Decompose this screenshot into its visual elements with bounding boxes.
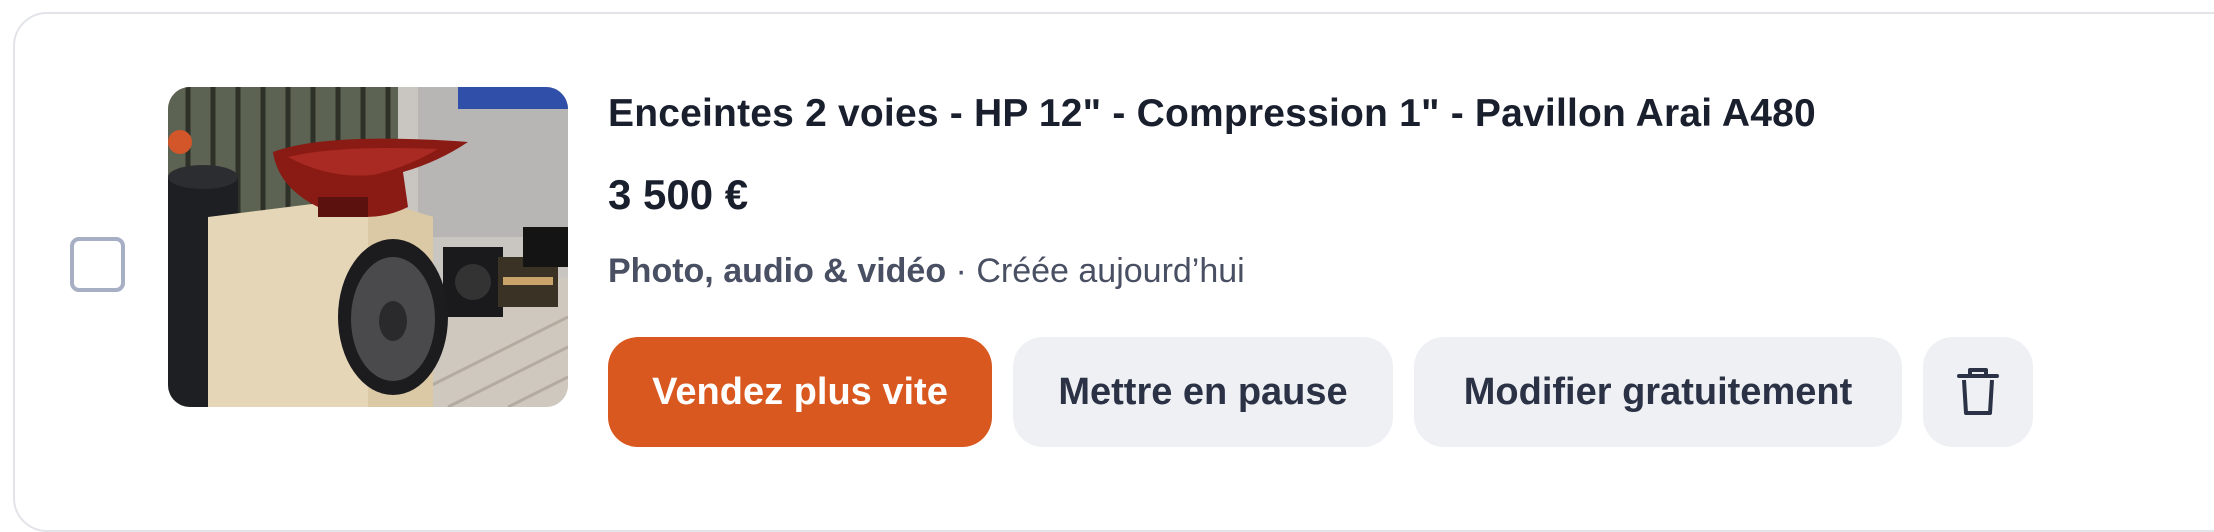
edit-button[interactable]: Modifier gratuitement [1414, 337, 1902, 447]
listing-created-date: Créée aujourd’hui [976, 252, 1245, 290]
listing-price: 3 500 € [608, 171, 749, 218]
meta-separator: · [946, 252, 977, 290]
trash-icon [1957, 368, 1999, 415]
speaker-photo [168, 87, 568, 407]
listing-actions: Vendez plus vite Mettre en pause Modifie… [608, 337, 2033, 447]
listing-title[interactable]: Enceintes 2 voies - HP 12" - Compression… [608, 92, 1816, 136]
delete-button[interactable] [1923, 337, 2033, 447]
listing-thumbnail[interactable] [168, 87, 568, 407]
listing-card: Enceintes 2 voies - HP 12" - Compression… [13, 12, 2214, 532]
select-checkbox[interactable] [70, 237, 125, 292]
listing-category: Photo, audio & vidéo [608, 252, 947, 290]
pause-button[interactable]: Mettre en pause [1013, 337, 1393, 447]
listing-meta: Photo, audio & vidéo · Créée aujourd’hui [608, 252, 1245, 291]
sell-faster-button[interactable]: Vendez plus vite [608, 337, 992, 447]
